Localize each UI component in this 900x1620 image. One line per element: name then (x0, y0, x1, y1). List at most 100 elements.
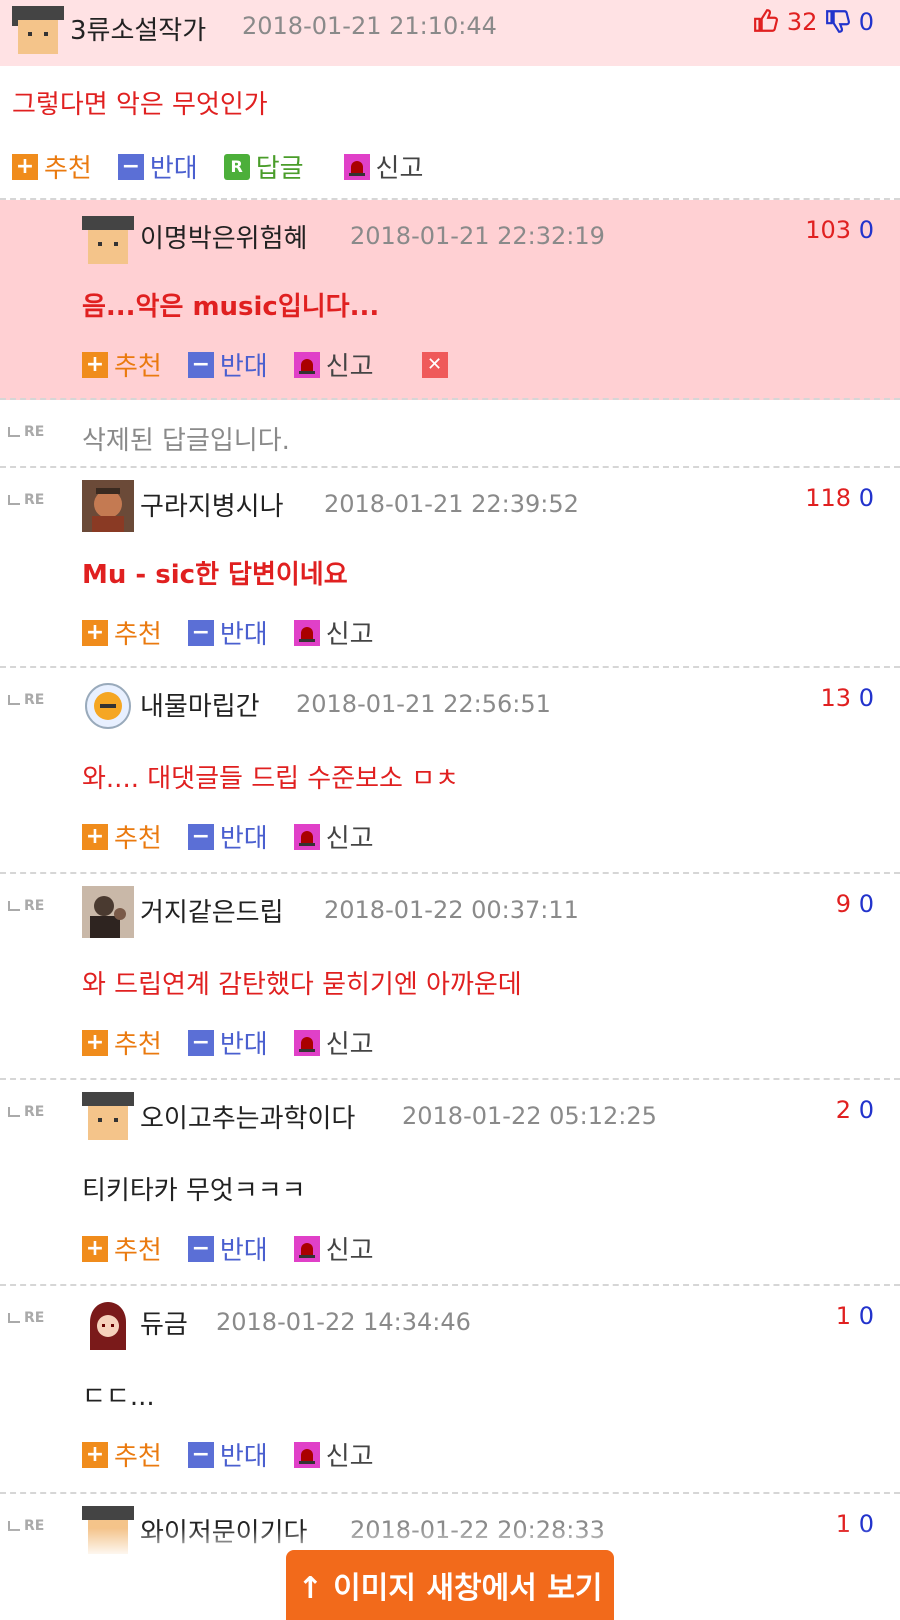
comment-body: 그렇다면 악은 무엇인가 (12, 90, 268, 120)
recommend-button[interactable]: + 추천 (82, 818, 162, 855)
upvote-count: 32 (786, 8, 818, 36)
thumbs-down-icon (825, 8, 859, 36)
nickname[interactable]: 오이고추는과학이다 (140, 1098, 355, 1135)
avatar[interactable] (82, 216, 134, 268)
oppose-button[interactable]: − 반대 (187, 1436, 268, 1473)
comment-header: 3류소설작가 2018-01-21 21:10:44 32 0 (0, 0, 900, 66)
oppose-button[interactable]: − 반대 (117, 148, 198, 185)
comment: RE 구라지병시나 2018-01-21 22:39:52 118 0 Mu -… (0, 468, 900, 668)
report-button[interactable]: 신고 (293, 346, 374, 383)
comment: 3류소설작가 2018-01-21 21:10:44 32 0 그렇다면 악은 … (0, 0, 900, 200)
timestamp: 2018-01-21 22:32:19 (350, 222, 605, 250)
avatar[interactable] (82, 680, 134, 732)
reply-marker: RE (8, 692, 44, 708)
comment-body: 티키타카 무엇ㅋㅋㅋ (82, 1176, 306, 1206)
oppose-button[interactable]: − 반대 (187, 614, 268, 651)
comment-actions: + 추천 − 반대 신고 ✕ (82, 346, 480, 383)
siren-icon (293, 1029, 320, 1056)
siren-icon (293, 1235, 320, 1262)
avatar[interactable] (82, 886, 134, 938)
report-button[interactable]: 신고 (293, 1436, 374, 1473)
reply-icon: R (223, 153, 250, 180)
thumbs-up-icon (753, 8, 787, 36)
comment-body: ㄷㄷ... (82, 1382, 155, 1412)
timestamp: 2018-01-21 22:56:51 (296, 690, 551, 718)
oppose-button[interactable]: − 반대 (187, 1024, 268, 1061)
delete-button[interactable]: ✕ (414, 351, 454, 378)
oppose-button[interactable]: − 반대 (187, 346, 268, 383)
plus-icon: + (82, 1441, 108, 1468)
vote-counts: 1 0 (836, 1302, 874, 1330)
report-button[interactable]: 신고 (293, 614, 374, 651)
oppose-button[interactable]: − 반대 (187, 818, 268, 855)
reply-marker: RE (8, 1310, 44, 1326)
recommend-button[interactable]: + 추천 (82, 1436, 162, 1473)
downvote-count: 0 (858, 1096, 874, 1124)
comment: RE 거지같은드립 2018-01-22 00:37:11 9 0 와 드립연계… (0, 874, 900, 1080)
downvote-count: 0 (858, 684, 874, 712)
minus-icon: − (187, 351, 214, 378)
recommend-button[interactable]: + 추천 (82, 1230, 162, 1267)
nickname[interactable]: 이명박은위험혜 (140, 218, 307, 255)
upvote-count: 118 (805, 484, 852, 512)
minus-icon: − (187, 1235, 214, 1262)
plus-icon: + (82, 619, 108, 646)
recommend-button[interactable]: + 추천 (12, 148, 92, 185)
nickname[interactable]: 구라지병시나 (140, 486, 284, 523)
comment-actions: + 추천 − 반대 신고 (82, 614, 400, 651)
recommend-button[interactable]: + 추천 (82, 614, 162, 651)
comment-body: 와 드립연계 감탄했다 묻히기엔 아까운데 (82, 970, 522, 1000)
comment-body: 음...악은 music입니다... (82, 292, 380, 322)
siren-icon (293, 351, 320, 378)
downvote-count: 0 (858, 484, 874, 512)
vote-counts: 2 0 (836, 1096, 874, 1124)
timestamp: 2018-01-21 22:39:52 (324, 490, 579, 518)
oppose-button[interactable]: − 반대 (187, 1230, 268, 1267)
vote-counts: 32 0 (753, 8, 874, 36)
avatar[interactable] (82, 1298, 134, 1350)
reply-marker: RE (8, 1104, 44, 1120)
upvote-count: 9 (835, 890, 852, 918)
comment-deleted: RE 삭제된 답글입니다. (0, 400, 900, 468)
siren-icon (343, 153, 370, 180)
upvote-count: 2 (835, 1096, 852, 1124)
comment-actions: + 추천 − 반대 신고 (82, 1230, 400, 1267)
downvote-count: 0 (858, 890, 874, 918)
downvote-count: 0 (858, 1302, 874, 1330)
nickname[interactable]: 듀금 (140, 1304, 188, 1341)
siren-icon (293, 619, 320, 646)
plus-icon: + (82, 351, 108, 378)
recommend-button[interactable]: + 추천 (82, 346, 162, 383)
vote-counts: 9 0 (836, 890, 874, 918)
plus-icon: + (82, 823, 108, 850)
reply-marker: RE (8, 424, 44, 440)
reply-button[interactable]: R 답글 (223, 148, 304, 185)
comment: RE 내물마립간 2018-01-21 22:56:51 13 0 와.... … (0, 668, 900, 874)
siren-icon (293, 1441, 320, 1468)
comment-actions: + 추천 − 반대 신고 (82, 818, 400, 855)
nickname[interactable]: 거지같은드립 (140, 892, 284, 929)
nickname[interactable]: 3류소설작가 (70, 10, 206, 47)
vote-counts: 13 0 (821, 684, 874, 712)
comment: RE 오이고추는과학이다 2018-01-22 05:12:25 2 0 티키타… (0, 1080, 900, 1286)
avatar[interactable] (82, 480, 134, 532)
comment: 이명박은위험혜 2018-01-21 22:32:19 103 0 음...악은… (0, 200, 900, 400)
minus-icon: − (117, 153, 144, 180)
upvote-count: 13 (820, 684, 852, 712)
minus-icon: − (187, 823, 214, 850)
recommend-button[interactable]: + 추천 (82, 1024, 162, 1061)
report-button[interactable]: 신고 (293, 1024, 374, 1061)
reply-marker: RE (8, 492, 44, 508)
downvote-count: 0 (858, 8, 874, 36)
nickname[interactable]: 내물마립간 (140, 686, 260, 723)
upvote-count: 1 (835, 1302, 852, 1330)
report-button[interactable]: 신고 (343, 148, 423, 185)
avatar[interactable] (12, 6, 64, 58)
avatar[interactable] (82, 1092, 134, 1144)
report-button[interactable]: 신고 (293, 818, 374, 855)
timestamp: 2018-01-22 14:34:46 (216, 1308, 471, 1336)
vote-counts: 103 0 (805, 216, 874, 244)
timestamp: 2018-01-22 00:37:11 (324, 896, 579, 924)
report-button[interactable]: 신고 (293, 1230, 374, 1267)
open-image-new-window-button[interactable]: ↑ 이미지 새창에서 보기 (286, 1550, 614, 1620)
